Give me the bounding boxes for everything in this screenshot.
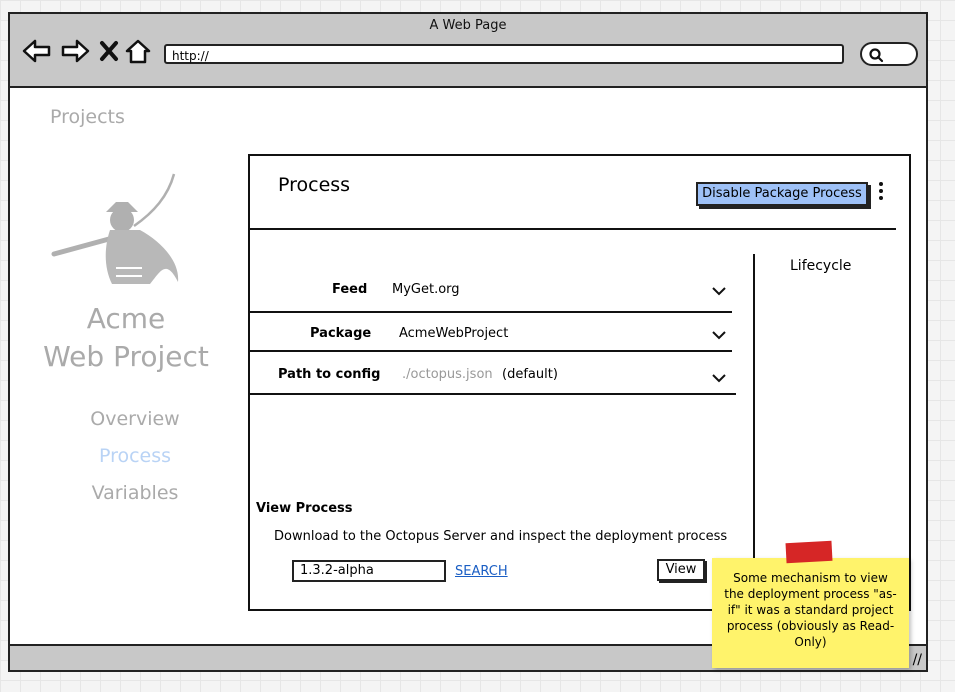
sticky-note: Some mechanism to view the deployment pr… xyxy=(712,558,909,668)
package-value: AcmeWebProject xyxy=(399,326,509,341)
lifecycle-heading: Lifecycle xyxy=(790,258,852,274)
stop-x-icon[interactable] xyxy=(98,38,120,64)
tape-decoration xyxy=(785,540,833,564)
feed-label: Feed xyxy=(332,282,368,297)
disable-package-process-button[interactable]: Disable Package Process xyxy=(696,182,868,206)
browser-search-field[interactable] xyxy=(860,42,918,66)
project-name: Acme Web Project xyxy=(24,300,228,376)
resize-grip-icon[interactable]: // xyxy=(913,652,922,668)
back-arrow-icon[interactable] xyxy=(22,38,52,64)
path-to-config-label: Path to config xyxy=(278,367,381,382)
projects-link[interactable]: Projects xyxy=(50,106,125,128)
row-divider xyxy=(250,311,732,313)
search-link[interactable]: SEARCH xyxy=(455,564,508,579)
path-to-config-row[interactable]: Path to config ./octopus.json (default) xyxy=(250,367,750,391)
package-row[interactable]: Package AcmeWebProject xyxy=(250,326,750,350)
forward-arrow-icon[interactable] xyxy=(60,38,90,64)
row-divider xyxy=(250,393,736,395)
octopus-ninja-logo xyxy=(51,173,179,284)
sidebar-item-variables[interactable]: Variables xyxy=(50,482,220,504)
row-divider xyxy=(250,350,732,352)
project-name-line-2: Web Project xyxy=(43,340,209,373)
window-title: A Web Page xyxy=(429,18,507,33)
chevron-down-icon[interactable] xyxy=(712,330,726,340)
header-divider xyxy=(250,228,896,230)
view-button[interactable]: View xyxy=(657,559,705,581)
view-process-description: Download to the Octopus Server and inspe… xyxy=(274,529,728,544)
search-icon xyxy=(869,48,884,63)
project-name-line-1: Acme xyxy=(86,302,166,335)
chevron-down-icon[interactable] xyxy=(712,373,726,383)
lifecycle-divider xyxy=(753,254,755,594)
overflow-menu-icon[interactable] xyxy=(876,182,886,206)
sidebar-item-process[interactable]: Process xyxy=(50,445,220,467)
version-input[interactable]: 1.3.2-alpha xyxy=(292,560,446,582)
view-process-heading: View Process xyxy=(256,501,353,516)
chevron-down-icon[interactable] xyxy=(712,286,726,296)
feed-row[interactable]: Feed MyGet.org xyxy=(250,282,750,306)
path-to-config-default: (default) xyxy=(502,367,558,382)
package-label: Package xyxy=(310,326,372,341)
browser-titlebar: A Web Page http:// xyxy=(10,14,926,88)
sticky-note-text: Some mechanism to view the deployment pr… xyxy=(724,571,897,649)
panel-title: Process xyxy=(278,174,351,196)
url-input[interactable]: http:// xyxy=(164,44,844,64)
sidebar-item-overview[interactable]: Overview xyxy=(50,408,220,430)
feed-value: MyGet.org xyxy=(392,282,460,297)
path-to-config-placeholder[interactable]: ./octopus.json xyxy=(402,367,493,382)
home-icon[interactable] xyxy=(124,38,152,64)
